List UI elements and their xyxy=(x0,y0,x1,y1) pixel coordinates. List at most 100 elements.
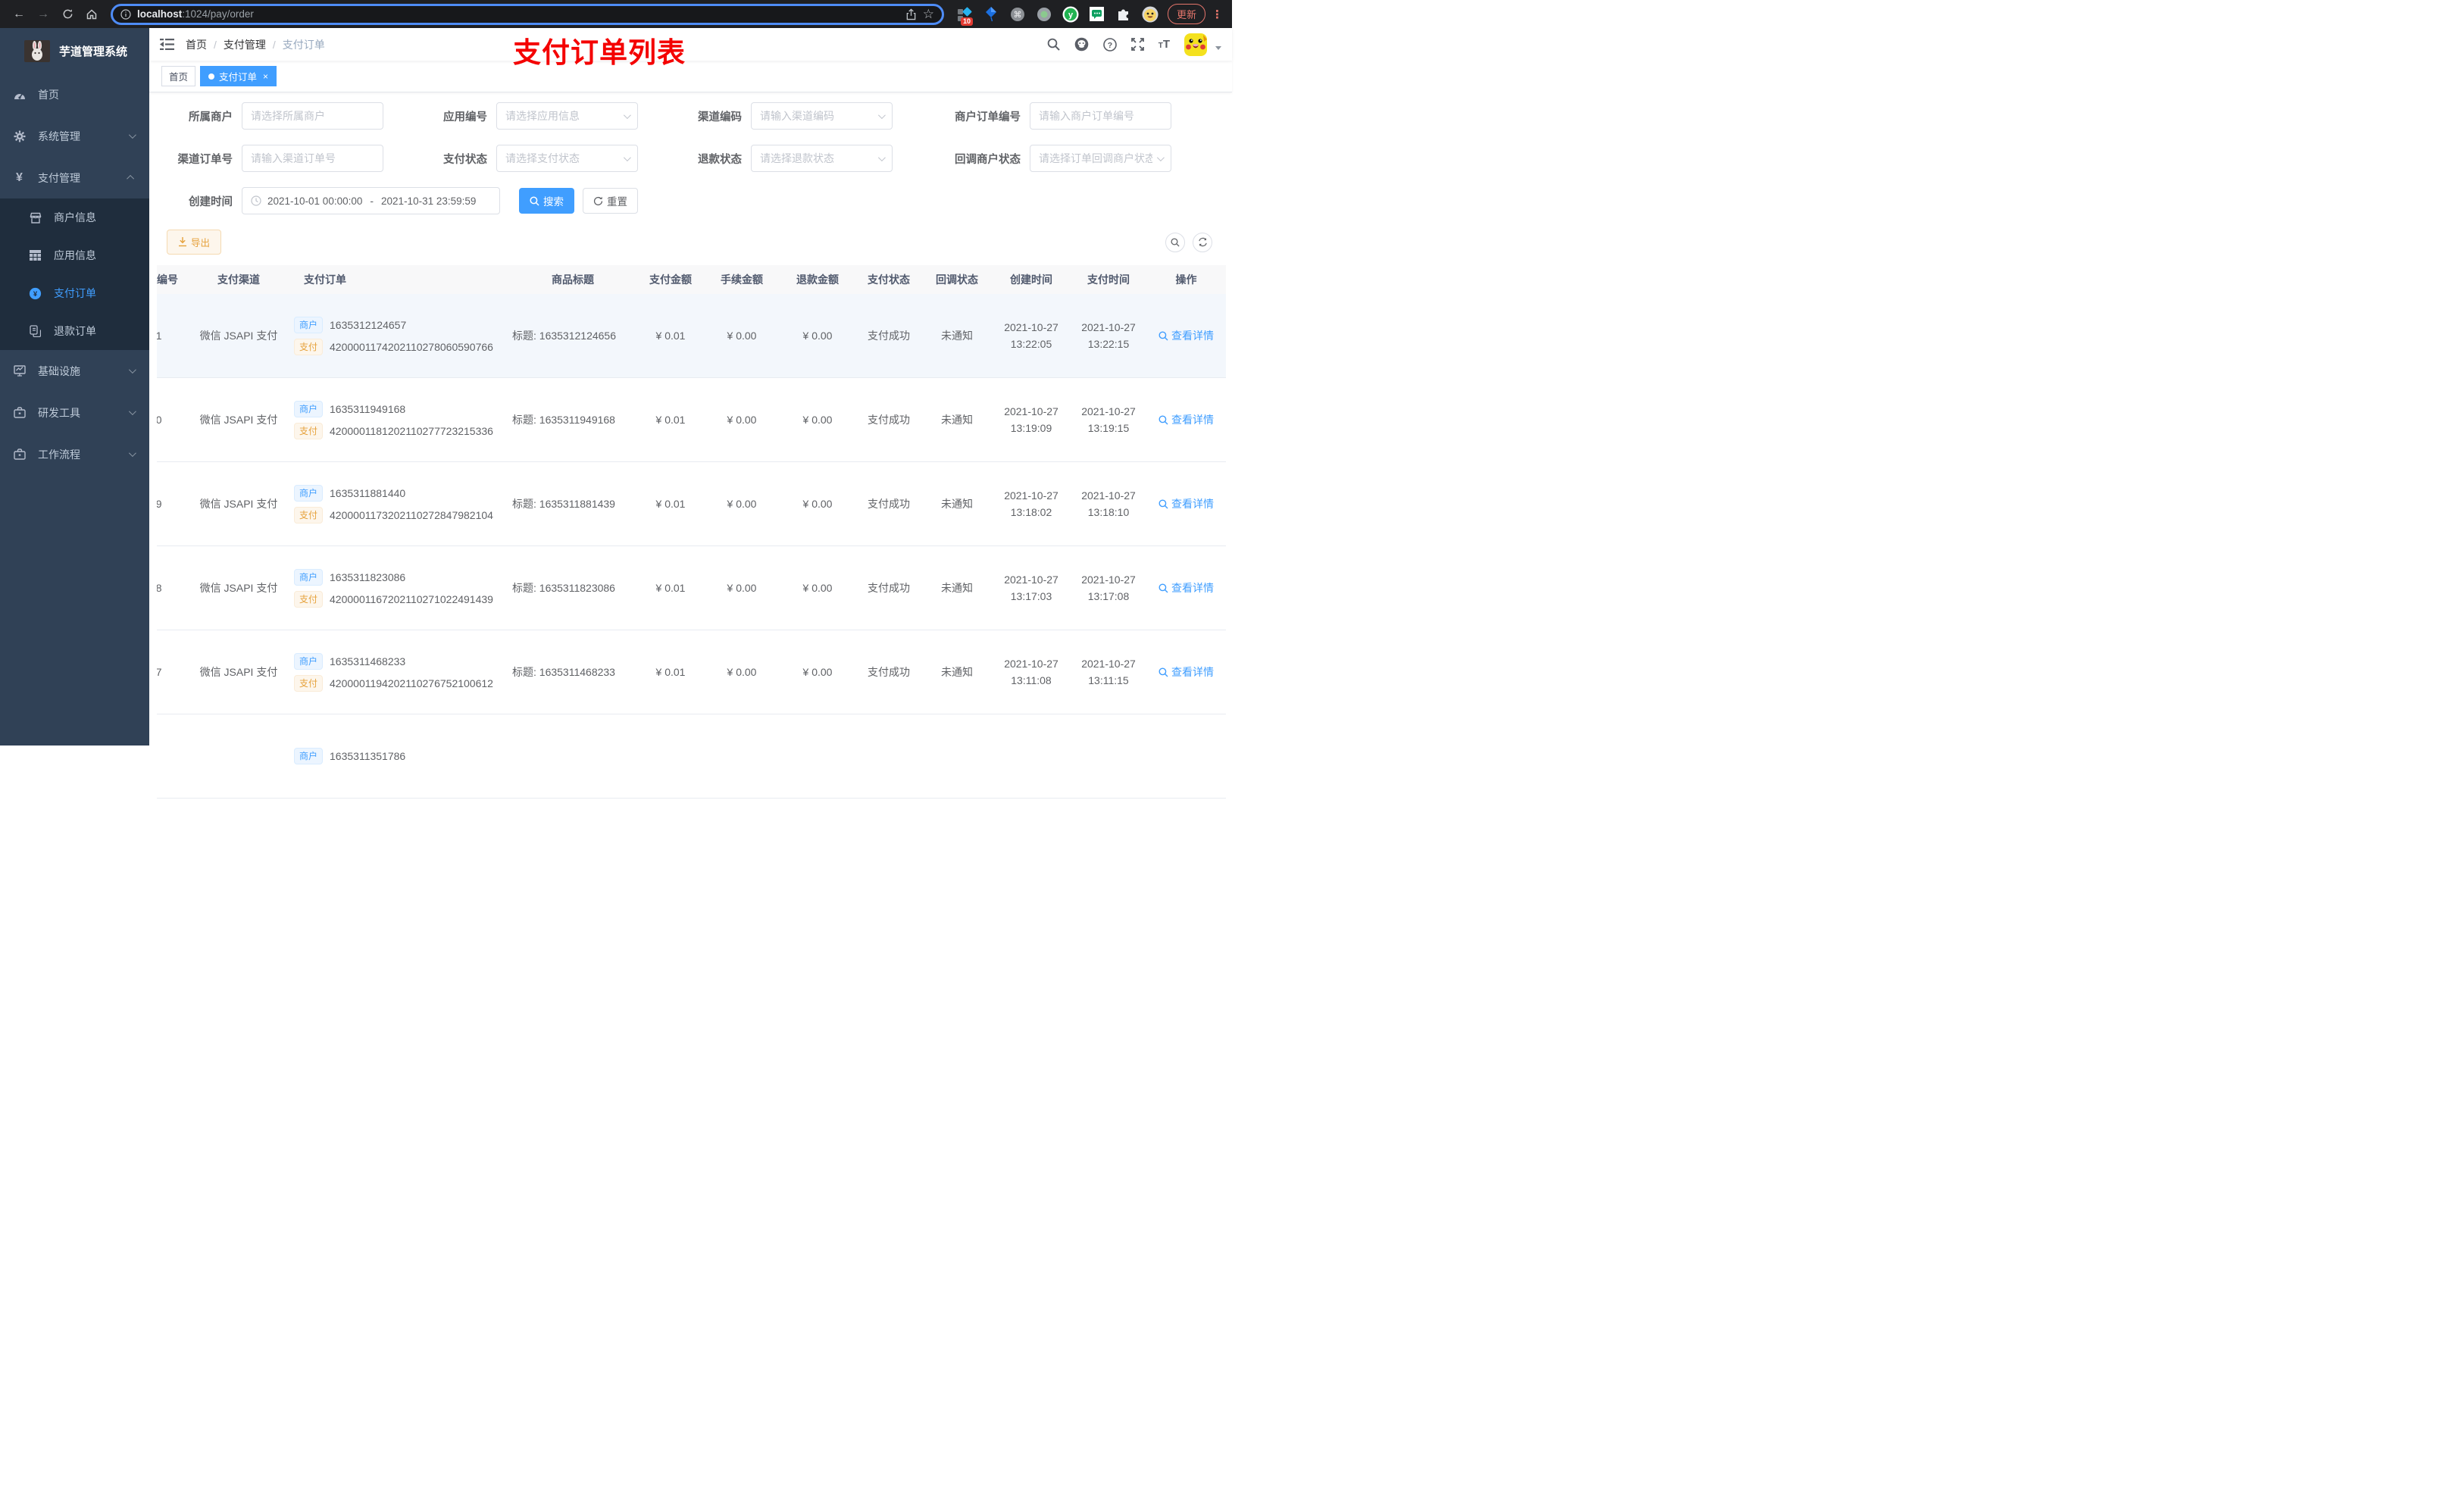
pay-order-no: 4200001173202110272847982104 xyxy=(330,508,493,521)
sidebar-item-app-info[interactable]: 应用信息 xyxy=(0,236,149,274)
header-search-icon[interactable] xyxy=(1047,38,1060,51)
channel-order-no-input[interactable] xyxy=(251,152,374,164)
pay-time: 2021-10-27 13:17:08 xyxy=(1081,574,1136,602)
pay-channel: 微信 JSAPI 支付 xyxy=(199,666,278,678)
view-detail-link[interactable]: 查看详情 xyxy=(1159,328,1214,343)
yen-icon: ¥ xyxy=(16,170,23,184)
ext-puzzle-icon[interactable] xyxy=(1115,6,1132,23)
merchant-input[interactable] xyxy=(251,110,374,122)
browser-reload-icon[interactable] xyxy=(58,5,77,24)
pay-status: 支付成功 xyxy=(868,582,910,594)
notify-status-select[interactable]: 请选择订单回调商户状态 xyxy=(1030,145,1171,172)
browser-update-button[interactable]: 更新 xyxy=(1167,4,1205,24)
user-avatar[interactable] xyxy=(1184,33,1207,56)
help-icon[interactable]: ? xyxy=(1102,37,1117,52)
view-detail-link[interactable]: 查看详情 xyxy=(1159,496,1214,511)
create-time: 2021-10-27 13:18:02 xyxy=(1004,489,1058,518)
sidebar-item-workflow[interactable]: 工作流程 xyxy=(0,433,149,475)
channel-code-select[interactable]: 请输入渠道编码 xyxy=(751,102,893,130)
merchant-order-no: 1635311823086 xyxy=(330,570,406,583)
ext-command-icon[interactable]: ⌘ xyxy=(1009,6,1026,23)
view-detail-link[interactable]: 查看详情 xyxy=(1159,412,1214,427)
share-icon[interactable] xyxy=(905,8,917,20)
navbar-actions: ? TT xyxy=(1047,33,1221,56)
pay-tag: 支付 xyxy=(294,674,324,692)
merchant-order-no-input-wrap[interactable] xyxy=(1030,102,1171,130)
table-row[interactable]: 18 微信 JSAPI 支付 商户 1635311823086 支付 42000… xyxy=(157,546,1226,630)
refund-status-select[interactable]: 请选择退款状态 xyxy=(751,145,893,172)
table-row[interactable]: 20 微信 JSAPI 支付 商户 1635311949168 支付 42000… xyxy=(157,378,1226,462)
app-select[interactable]: 请选择应用信息 xyxy=(496,102,638,130)
order-id: 18 xyxy=(157,582,162,594)
view-detail-link[interactable]: 查看详情 xyxy=(1159,664,1214,680)
browser-forward-icon[interactable]: → xyxy=(33,5,53,24)
chevron-down-icon xyxy=(128,408,136,416)
date-range-start[interactable]: 2021-10-01 00:00:00 xyxy=(267,195,362,207)
merchant-order-no: 1635311881440 xyxy=(330,486,406,499)
extensions-row: 10 ⌘ y xyxy=(956,6,1159,26)
font-size-icon[interactable]: TT xyxy=(1159,38,1170,51)
tab-home[interactable]: 首页 xyxy=(161,66,196,86)
col-refund-amount: 退款金额 xyxy=(796,274,839,286)
ext-y-logo-icon[interactable]: y xyxy=(1062,6,1079,23)
browser-back-icon[interactable]: ← xyxy=(9,5,29,24)
url-text[interactable]: localhost:1024/pay/order xyxy=(137,8,899,20)
avatar-caret-icon[interactable] xyxy=(1215,46,1221,50)
url-bar[interactable]: localhost:1024/pay/order ☆ xyxy=(111,3,944,25)
channel-order-no-input-wrap[interactable] xyxy=(242,145,383,172)
bookmark-star-icon[interactable]: ☆ xyxy=(923,7,934,22)
table-row[interactable]: 17 微信 JSAPI 支付 商户 1635311468233 支付 42000… xyxy=(157,630,1226,714)
tab-close-icon[interactable]: × xyxy=(263,71,268,82)
merchant-order-no-input[interactable] xyxy=(1039,110,1162,122)
pay-order-no: 4200001174202110278060590766 xyxy=(330,340,493,353)
sidebar-item-infrastructure[interactable]: 基础设施 xyxy=(0,350,149,392)
date-range-picker[interactable]: 2021-10-01 00:00:00 - 2021-10-31 23:59:5… xyxy=(242,187,500,214)
table-row-partial[interactable]: 商户 1635311351786 xyxy=(157,714,1226,799)
fee-amount: ¥ 0.00 xyxy=(727,582,757,594)
merchant-select[interactable] xyxy=(242,102,383,130)
sidebar-collapse-icon[interactable] xyxy=(160,37,175,52)
tab-pay-order[interactable]: 支付订单 × xyxy=(200,66,277,86)
fee-amount: ¥ 0.00 xyxy=(727,330,757,342)
site-info-icon[interactable] xyxy=(120,8,131,20)
pay-tag: 支付 xyxy=(294,422,324,439)
ext-tag-icon[interactable]: 10 xyxy=(956,6,973,26)
ext-chat-icon[interactable] xyxy=(1089,6,1105,23)
col-pay-amount: 支付金额 xyxy=(649,274,692,286)
browser-home-icon[interactable] xyxy=(82,5,102,24)
sidebar-item-pay-order[interactable]: ¥ 支付订单 xyxy=(0,274,149,312)
chevron-down-icon xyxy=(128,131,136,139)
sidebar-item-payment[interactable]: ¥ 支付管理 xyxy=(0,157,149,198)
fullscreen-icon[interactable] xyxy=(1130,38,1144,51)
table-search-toggle-button[interactable] xyxy=(1165,232,1185,252)
search-button[interactable]: 搜索 xyxy=(519,188,574,214)
app-title: 芋道管理系统 xyxy=(59,45,128,58)
table-refresh-button[interactable] xyxy=(1193,232,1212,252)
filter-label-app: 应用编号 xyxy=(443,111,487,123)
sidebar-item-dev-tools[interactable]: 研发工具 xyxy=(0,392,149,433)
breadcrumb-pay-mgmt[interactable]: 支付管理 xyxy=(224,37,266,52)
pay-status-select[interactable]: 请选择支付状态 xyxy=(496,145,638,172)
sidebar-item-system[interactable]: 系统管理 xyxy=(0,115,149,157)
ext-kite-icon[interactable] xyxy=(983,6,999,23)
reset-button[interactable]: 重置 xyxy=(583,188,638,214)
breadcrumb-home[interactable]: 首页 xyxy=(186,37,207,52)
ext-smiley-icon[interactable] xyxy=(1142,6,1159,23)
sidebar-logo[interactable]: 芋道管理系统 xyxy=(0,28,149,73)
sidebar-item-refund-order[interactable]: 退款订单 xyxy=(0,312,149,350)
col-id: 编号 xyxy=(157,274,178,286)
view-detail-link[interactable]: 查看详情 xyxy=(1159,580,1214,595)
sidebar-item-merchant-info[interactable]: 商户信息 xyxy=(0,198,149,236)
pay-amount: ¥ 0.01 xyxy=(655,330,686,342)
sidebar-item-home[interactable]: 首页 xyxy=(0,73,149,115)
ext-badge: 10 xyxy=(960,17,973,26)
sidebar-item-label: 支付订单 xyxy=(54,287,96,299)
gear-icon xyxy=(13,130,26,142)
export-button[interactable]: 导出 xyxy=(167,230,222,255)
ext-dot-icon[interactable] xyxy=(1036,6,1052,23)
table-row[interactable]: 19 微信 JSAPI 支付 商户 1635311881440 支付 42000… xyxy=(157,462,1226,546)
github-icon[interactable] xyxy=(1074,37,1089,52)
table-row[interactable]: 21 微信 JSAPI 支付 商户 1635312124657 支付 42000… xyxy=(157,294,1226,378)
date-range-end[interactable]: 2021-10-31 23:59:59 xyxy=(381,195,476,207)
browser-menu-icon[interactable]: ⋮ xyxy=(1212,8,1223,21)
